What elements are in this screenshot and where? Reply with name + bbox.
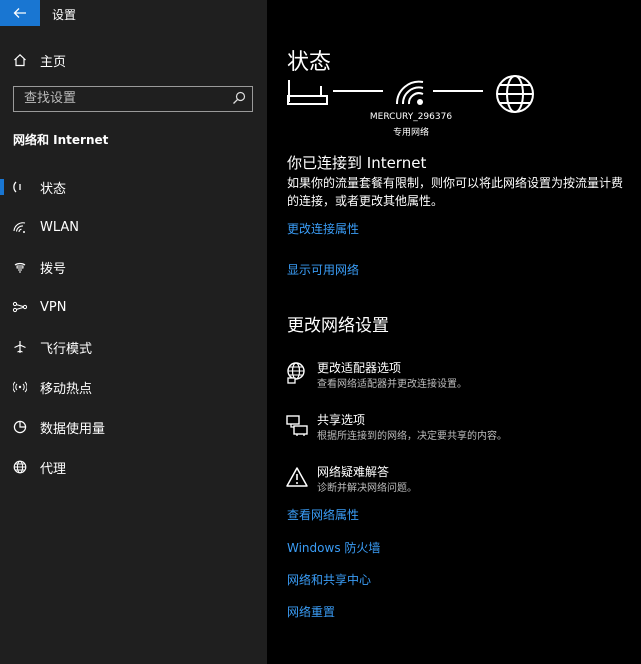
option-title: 网络疑难解答 <box>317 465 390 479</box>
option-description: 查看网络适配器并更改连接设置。 <box>317 379 467 390</box>
network-name: MERCURY_296376 <box>369 112 453 122</box>
back-button[interactable] <box>0 0 40 26</box>
option-title: 共享选项 <box>317 413 366 427</box>
sidebar-item-hotspot[interactable]: 移动热点 <box>0 369 267 405</box>
globe-icon <box>12 459 28 475</box>
change-adapter-options[interactable]: 更改适配器选项 查看网络适配器并更改连接设置。 <box>285 359 635 395</box>
option-title: 更改适配器选项 <box>317 361 402 375</box>
network-diagram <box>287 75 534 113</box>
sidebar: 设置 主页 网络和 Internet 状态 WLAN 拨号 <box>0 0 267 664</box>
sidebar-item-label: 数据使用量 <box>40 421 106 437</box>
wifi-icon <box>12 219 28 235</box>
show-available-networks-link[interactable]: 显示可用网络 <box>287 261 359 278</box>
home-icon <box>12 52 28 68</box>
sidebar-item-dialup[interactable]: 拨号 <box>0 249 267 285</box>
selection-indicator <box>0 179 4 195</box>
network-troubleshooter[interactable]: 网络疑难解答 诊断并解决网络问题。 <box>285 463 635 499</box>
page-title: 状态 <box>287 50 332 75</box>
hotspot-icon <box>12 379 28 395</box>
sidebar-item-label: 状态 <box>40 181 67 197</box>
sidebar-item-home[interactable]: 主页 <box>0 42 267 78</box>
wifi-signal-icon <box>395 80 424 105</box>
sidebar-item-data-usage[interactable]: 数据使用量 <box>0 409 267 445</box>
search-input[interactable] <box>14 87 224 110</box>
sidebar-item-airplane[interactable]: 飞行模式 <box>0 329 267 365</box>
warning-icon <box>286 467 308 487</box>
windows-firewall-link[interactable]: Windows 防火墙 <box>287 539 380 556</box>
change-connection-properties-link[interactable]: 更改连接属性 <box>287 220 359 237</box>
search-icon[interactable] <box>232 91 246 105</box>
status-icon <box>12 179 28 195</box>
window-title: 设置 <box>52 8 77 22</box>
back-arrow-icon <box>13 8 26 18</box>
sidebar-item-proxy[interactable]: 代理 <box>0 449 267 485</box>
sidebar-item-label: 移动热点 <box>40 381 93 397</box>
vpn-icon <box>12 299 28 315</box>
section-title: 网络和 Internet <box>13 133 109 147</box>
airplane-icon <box>12 339 28 355</box>
sidebar-item-status[interactable]: 状态 <box>0 169 267 205</box>
option-description: 根据所连接到的网络，决定要共享的内容。 <box>317 431 507 442</box>
sidebar-item-label: WLAN <box>40 219 80 235</box>
view-network-properties-link[interactable]: 查看网络属性 <box>287 506 359 523</box>
sidebar-item-label: VPN <box>40 299 67 315</box>
sidebar-item-label: 代理 <box>40 461 67 477</box>
connection-status-heading: 你已连接到 Internet <box>287 154 427 172</box>
internet-globe-icon <box>496 75 534 113</box>
data-usage-icon <box>12 419 28 435</box>
network-sharing-center-link[interactable]: 网络和共享中心 <box>287 571 371 588</box>
sidebar-item-vpn[interactable]: VPN <box>0 289 267 325</box>
sidebar-item-label: 拨号 <box>40 261 67 277</box>
sidebar-item-label: 飞行模式 <box>40 341 93 357</box>
sidebar-item-label: 主页 <box>40 54 67 70</box>
change-network-settings-heading: 更改网络设置 <box>287 316 389 336</box>
dialup-icon <box>12 259 28 275</box>
sharing-icon <box>286 415 308 436</box>
title-bar: 设置 <box>0 0 267 26</box>
computer-icon <box>287 80 328 105</box>
connection-status-description: 如果你的流量套餐有限制，则你可以将此网络设置为按流量计费的连接，或者更改其他属性… <box>287 176 624 208</box>
adapter-globe-icon <box>287 362 305 384</box>
main-content: 状态 MERCURY_296376 专用网络 你已连接到 Internet 如果… <box>267 0 641 664</box>
option-description: 诊断并解决网络问题。 <box>317 483 417 494</box>
sidebar-item-wlan[interactable]: WLAN <box>0 209 267 245</box>
network-type: 专用网络 <box>392 128 429 138</box>
network-reset-link[interactable]: 网络重置 <box>287 603 335 620</box>
search-box[interactable] <box>13 86 253 112</box>
sharing-options[interactable]: 共享选项 根据所连接到的网络，决定要共享的内容。 <box>285 411 635 447</box>
